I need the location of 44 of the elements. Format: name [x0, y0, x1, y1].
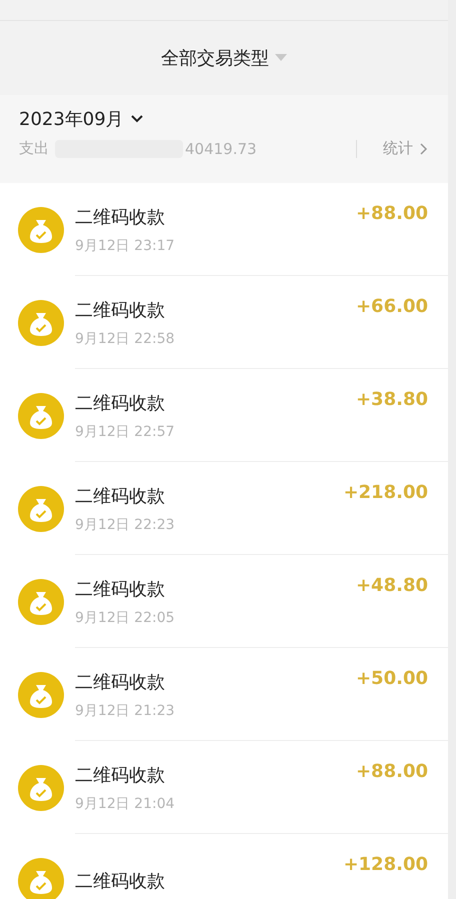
transaction-row[interactable]: 二维码收款 9月12日 22:05 +48.80 [0, 555, 448, 648]
expense-amount: 40419.73 [185, 140, 257, 158]
transaction-amount: +66.00 [356, 296, 428, 317]
transaction-time: 9月12日 21:23 [75, 702, 176, 720]
transaction-type-dropdown[interactable]: 全部交易类型 [161, 46, 287, 70]
transaction-amount: +88.00 [356, 761, 428, 782]
transaction-title: 二维码收款 [75, 484, 166, 508]
transaction-amount: +48.80 [356, 575, 428, 596]
transaction-time: 9月12日 22:05 [75, 608, 176, 626]
money-bag-icon [18, 300, 64, 346]
transaction-title: 二维码收款 [75, 578, 166, 600]
transaction-amount: +50.00 [356, 668, 428, 689]
chevron-right-icon [420, 142, 428, 154]
transaction-amount: +88.00 [356, 203, 428, 224]
transaction-title: 二维码收款 [75, 206, 166, 228]
money-bag-icon [18, 392, 64, 438]
money-bag-icon [18, 206, 64, 252]
money-bag-icon [18, 764, 64, 810]
transaction-time: 9月12日 22:57 [75, 422, 176, 440]
money-bag-icon [18, 486, 64, 532]
transaction-title: 二维码收款 [75, 870, 166, 892]
transaction-row[interactable]: 二维码收款 9月12日 22:58 +66.00 [0, 276, 448, 369]
transaction-amount: +128.00 [343, 854, 428, 875]
transaction-time: 9月12日 22:58 [75, 330, 176, 348]
transaction-row[interactable]: 二维码收款 9月12日 21:04 +88.00 [0, 741, 448, 834]
transaction-row[interactable]: 二维码收款 9月12日 21:23 +50.00 [0, 648, 448, 741]
transaction-title: 二维码收款 [75, 392, 166, 414]
transaction-time: 9月12日 21:04 [75, 794, 176, 812]
transaction-title: 二维码收款 [75, 764, 166, 786]
transaction-amount: +38.80 [356, 389, 428, 410]
money-bag-icon [18, 672, 64, 718]
transaction-row[interactable]: 二维码收款 9月12日 23:17 +88.00 [0, 183, 448, 276]
transaction-amount: +218.00 [343, 482, 428, 503]
month-selector[interactable]: 2023年09月 [19, 107, 143, 131]
transaction-time: 9月12日 22:23 [75, 516, 176, 534]
money-bag-icon [18, 578, 64, 624]
transaction-row[interactable]: 二维码收款 9月12日 22:57 +38.80 [0, 369, 448, 462]
chevron-down-icon [130, 115, 143, 123]
transaction-row[interactable]: 二维码收款 9月12日 22:23 +218.00 [0, 462, 448, 555]
expense-label: 支出 [19, 139, 49, 158]
transaction-title: 二维码收款 [75, 298, 166, 322]
transaction-time: 9月12日 23:17 [75, 236, 176, 254]
dropdown-triangle-icon [275, 54, 287, 62]
transaction-title: 二维码收款 [75, 670, 166, 694]
